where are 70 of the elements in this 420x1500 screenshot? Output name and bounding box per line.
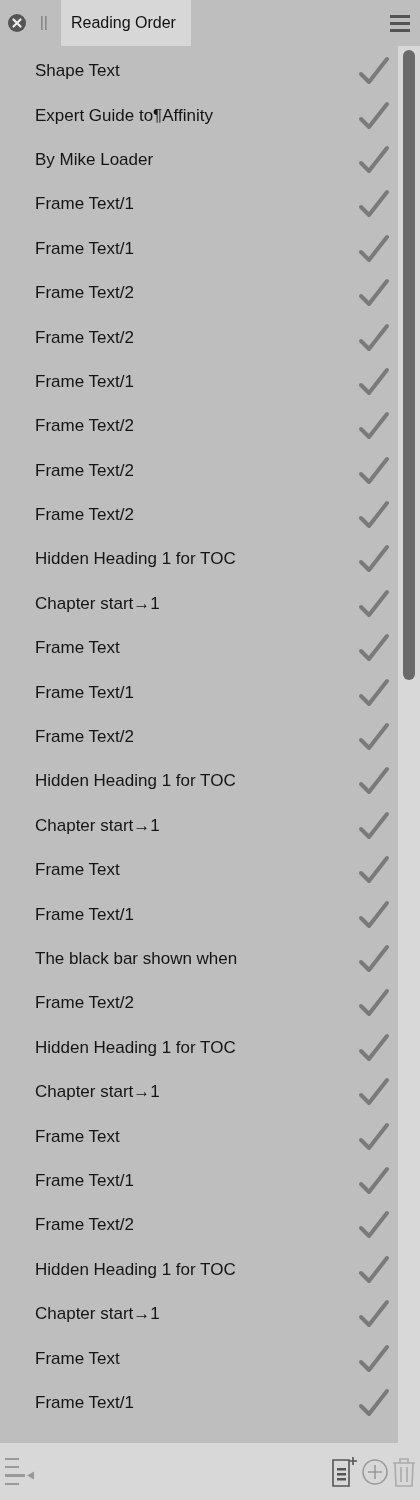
list-item[interactable]: Frame Text/1 [35,1392,358,1413]
list-item[interactable]: Chapter start→1 [35,815,358,836]
list-item[interactable]: Frame Text/1 [35,238,358,259]
checkmark-icon[interactable] [358,1121,390,1152]
list-item[interactable]: Frame Text/2 [35,993,358,1014]
list-item[interactable]: Frame Text/1 [35,682,358,703]
checkmark-icon[interactable] [358,944,390,974]
menu-icon[interactable] [390,14,410,32]
checkmark-icon[interactable] [358,633,390,664]
list-item[interactable]: Frame Text/1 [35,1170,358,1191]
list-item[interactable]: By Mike Loader [35,149,358,170]
list-item[interactable]: Chapter start→1 [35,593,358,614]
list-item[interactable]: Hidden Heading 1 for TOC [35,549,358,570]
checkmark-icon[interactable] [358,322,390,353]
checkmark-icon[interactable] [358,56,390,87]
trash-icon[interactable] [392,1456,416,1487]
list-item[interactable]: Frame Text [35,1348,358,1369]
list-item[interactable]: Frame Text/2 [35,727,358,748]
checkmark-icon[interactable] [358,1254,390,1285]
list-item[interactable]: Chapter start→1 [35,1304,358,1325]
checkmark-icon[interactable] [358,810,390,841]
checkmark-icon[interactable] [358,1032,390,1063]
list-item[interactable]: Hidden Heading 1 for TOC [35,1259,358,1280]
checkmark-icon[interactable] [358,1077,390,1108]
checkmark-icon[interactable] [358,1210,390,1241]
grip-icon[interactable] [40,16,48,30]
scrollbar-thumb[interactable] [403,50,415,680]
list-item[interactable]: Expert Guide to¶Affinity [35,105,358,126]
outdent-icon[interactable] [5,1457,35,1486]
panel-tab[interactable]: Reading Order [61,0,191,46]
list-item[interactable]: Frame Text [35,1126,358,1147]
checkmark-icon[interactable] [358,366,390,397]
list-item[interactable]: Frame Text/2 [35,327,358,348]
checkmark-icon[interactable] [358,722,390,753]
list-item[interactable]: Hidden Heading 1 for TOC [35,771,358,792]
checkmark-icon[interactable] [358,500,390,531]
list-item[interactable]: Chapter start→1 [35,1082,358,1103]
checkmark-icon[interactable] [358,1299,390,1330]
checkmark-icon[interactable] [358,411,390,442]
checkmark-icon[interactable] [358,588,390,619]
list-item[interactable]: Shape Text [35,61,358,82]
list-item[interactable]: The black bar shown when [35,949,358,969]
checkmark-icon[interactable] [358,899,390,930]
list-item[interactable]: Frame Text/2 [35,460,358,481]
checkmark-icon[interactable] [358,766,390,797]
checkmark-icon[interactable] [358,189,390,220]
checkmark-icon[interactable] [358,855,390,886]
checkmark-icon[interactable] [358,544,390,575]
checkmark-icon[interactable] [358,278,390,309]
list-item[interactable]: Frame Text/1 [35,904,358,925]
list-item[interactable]: Frame Text/2 [35,416,358,437]
checkmark-icon[interactable] [358,677,390,708]
list-item[interactable]: Frame Text/2 [35,1215,358,1236]
list-item[interactable]: Frame Text [35,860,358,881]
checkmark-icon[interactable] [358,1165,390,1196]
list-item[interactable]: Frame Text [35,638,358,659]
list-item[interactable]: Frame Text/1 [35,194,358,215]
list-item[interactable]: Frame Text/2 [35,283,358,304]
list-item[interactable]: Hidden Heading 1 for TOC [35,1037,358,1058]
checkmark-icon[interactable] [358,1387,390,1418]
checkmark-icon[interactable] [358,100,390,131]
checkmark-icon[interactable] [358,233,390,264]
checkmark-icon[interactable] [358,144,390,175]
list-item[interactable]: Frame Text/2 [35,505,358,526]
checkmark-icon[interactable] [358,1343,390,1374]
add-document-icon[interactable] [332,1456,358,1487]
checkmark-icon[interactable] [358,455,390,486]
checkmark-icon[interactable] [358,988,390,1019]
close-icon[interactable] [8,14,26,32]
list-item[interactable]: Frame Text/1 [35,371,358,392]
